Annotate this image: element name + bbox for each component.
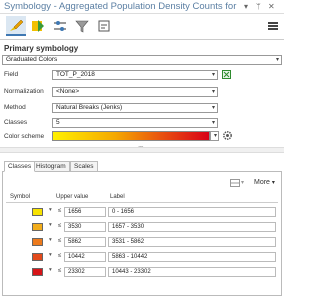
method-value: Natural Breaks (Jenks): [56, 104, 123, 111]
chevron-down-icon: ▾: [271, 180, 275, 186]
classes-label: Classes: [4, 119, 28, 126]
less-equal-sign: ≤: [58, 238, 62, 244]
class-symbol-swatch[interactable]: [32, 253, 43, 261]
classes-dropdown[interactable]: 5 ▾: [52, 118, 218, 128]
class-label-field[interactable]: 0 - 1656: [108, 207, 276, 217]
table-row[interactable]: ▾ ≤ 5862 3531 - 5862: [6, 235, 278, 249]
table-row[interactable]: ▾ ≤ 23302 10443 - 23302: [6, 265, 278, 279]
table-row[interactable]: ▾ ≤ 10442 5863 - 10442: [6, 250, 278, 264]
class-label-field[interactable]: 5863 - 10442: [108, 252, 276, 262]
close-icon[interactable]: ✕: [268, 1, 275, 13]
label-class-icon: [98, 20, 110, 32]
vary-symbology-icon: [32, 20, 44, 32]
less-equal-sign: ≤: [58, 253, 62, 259]
color-scheme-dropdown[interactable]: ▾: [210, 131, 219, 141]
normalization-label: Normalization: [4, 88, 44, 95]
color-scheme-ramp[interactable]: [52, 131, 210, 141]
symbol-column-header: Symbol: [10, 194, 31, 200]
upper-value-field[interactable]: 10442: [64, 252, 106, 262]
more-menu-button[interactable]: More ▾: [254, 179, 275, 186]
table-view-icon: [230, 179, 240, 187]
label-class-tab[interactable]: [94, 16, 114, 36]
class-label-field[interactable]: 3531 - 5862: [108, 237, 276, 247]
less-equal-sign: ≤: [58, 208, 62, 214]
options-chevron-icon[interactable]: ▾: [244, 1, 248, 13]
chevron-down-icon[interactable]: ▾: [49, 237, 52, 243]
normalization-dropdown[interactable]: <None> ▾: [52, 87, 218, 97]
masking-tab[interactable]: [72, 16, 92, 36]
table-row[interactable]: ▾ ≤ 3530 1657 - 3530: [6, 220, 278, 234]
primary-symbology-tab[interactable]: [6, 16, 26, 36]
chevron-down-icon: ▾: [211, 89, 215, 95]
chevron-down-icon: ▾: [211, 72, 215, 78]
chevron-down-icon: ▾: [213, 133, 217, 139]
symbology-method-value: Graduated Colors: [6, 56, 58, 63]
upper-value-field[interactable]: 5862: [64, 237, 106, 247]
title-bar: Symbology - Aggregated Population Densit…: [0, 0, 284, 14]
method-dropdown[interactable]: Natural Breaks (Jenks) ▾: [52, 103, 218, 113]
chevron-down-icon[interactable]: ▾: [49, 222, 52, 228]
class-symbol-swatch[interactable]: [32, 238, 43, 246]
pin-icon[interactable]: ᛘ: [256, 1, 261, 13]
table-view-button[interactable]: [230, 179, 240, 189]
vary-symbology-tab[interactable]: [28, 16, 48, 36]
advanced-symbology-tab[interactable]: [50, 16, 70, 36]
expression-icon: [223, 71, 230, 78]
primary-symbology-heading: Primary symbology: [4, 44, 79, 53]
classes-value: 5: [56, 119, 60, 126]
field-value: TOT_P_2018: [56, 71, 95, 78]
hamburger-menu-icon[interactable]: [268, 22, 278, 30]
more-label: More: [254, 179, 270, 186]
tab-classes[interactable]: Classes: [4, 161, 36, 172]
symbology-toolbar: [0, 14, 284, 40]
normalization-value: <None>: [56, 88, 80, 95]
field-dropdown[interactable]: TOT_P_2018 ▾: [52, 70, 218, 80]
window-title: Symbology - Aggregated Population Densit…: [4, 1, 238, 12]
gear-icon: [223, 131, 232, 140]
chevron-down-icon[interactable]: ▾: [241, 179, 244, 186]
field-label: Field: [4, 71, 19, 78]
method-label: Method: [4, 104, 26, 111]
less-equal-sign: ≤: [58, 268, 62, 274]
class-label-field[interactable]: 1657 - 3530: [108, 222, 276, 232]
chevron-down-icon[interactable]: ▾: [49, 207, 52, 213]
less-equal-sign: ≤: [58, 223, 62, 229]
chevron-down-icon: ▾: [275, 57, 279, 63]
symbology-method-dropdown[interactable]: Graduated Colors ▾: [2, 55, 282, 65]
mask-icon: [75, 20, 89, 33]
upper-value-field[interactable]: 3530: [64, 222, 106, 232]
classes-table-header: Symbol Upper value Label: [6, 193, 278, 203]
chevron-down-icon[interactable]: ▾: [49, 267, 52, 273]
class-symbol-swatch[interactable]: [32, 208, 43, 216]
chevron-down-icon: ▾: [211, 105, 215, 111]
field-calculator-button[interactable]: [222, 70, 231, 79]
advanced-symbology-icon: [54, 21, 66, 31]
label-column-header: Label: [110, 194, 125, 200]
class-symbol-swatch[interactable]: [32, 223, 43, 231]
class-symbol-swatch[interactable]: [32, 268, 43, 276]
upper-value-column-header: Upper value: [56, 194, 89, 200]
upper-value-field[interactable]: 23302: [64, 267, 106, 277]
chevron-down-icon[interactable]: ▾: [49, 252, 52, 258]
upper-value-field[interactable]: 1656: [64, 207, 106, 217]
table-row[interactable]: ▾ ≤ 1656 0 - 1656: [6, 205, 278, 219]
panel-splitter[interactable]: [0, 142, 284, 153]
color-scheme-settings-button[interactable]: [222, 130, 233, 143]
class-label-field[interactable]: 10443 - 23302: [108, 267, 276, 277]
color-scheme-label: Color scheme: [4, 133, 45, 140]
symbology-brush-icon: [10, 19, 24, 31]
chevron-down-icon: ▾: [211, 120, 215, 126]
